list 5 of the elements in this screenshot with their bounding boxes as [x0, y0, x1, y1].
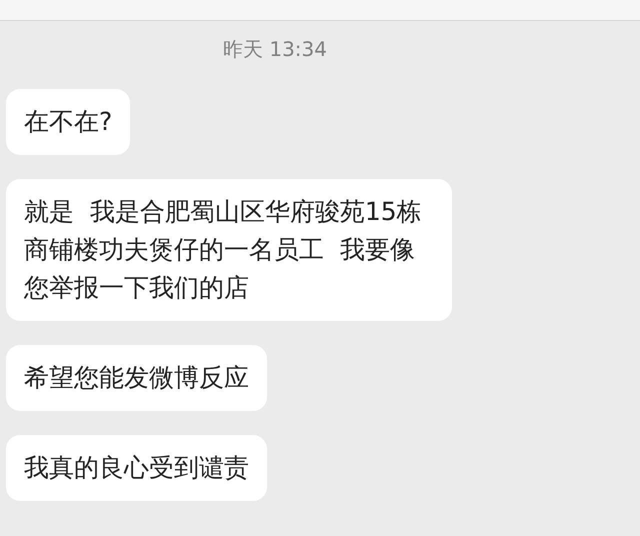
message-bubble: 我真的良心受到谴责 [6, 435, 267, 501]
timestamp: 昨天 13:34 [223, 37, 327, 61]
message-bubble: 就是 我是合肥蜀山区华府骏苑15栋商铺楼功夫煲仔的一名员工 我要像您举报一下我们的店 [6, 179, 452, 321]
message-bubble: 在不在? [6, 89, 130, 155]
message-bubble: 希望您能发微博反应 [6, 345, 267, 411]
